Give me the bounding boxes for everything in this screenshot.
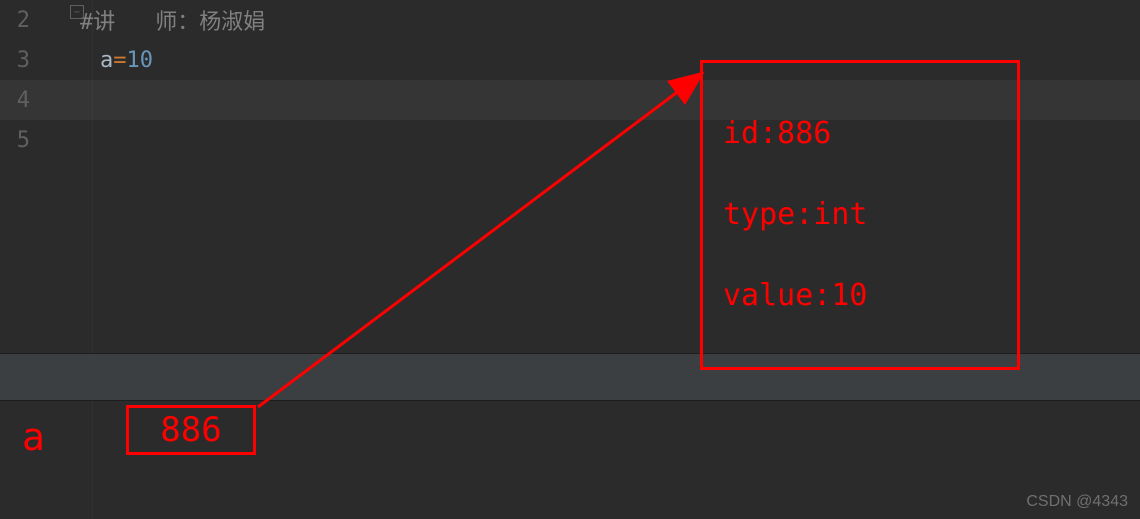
annotation-id-box: 886 bbox=[126, 405, 256, 455]
line-number: 4 bbox=[0, 88, 50, 113]
annotation-type-line: type:int bbox=[723, 197, 997, 233]
annotation-id-line: id:886 bbox=[723, 116, 997, 152]
watermark: CSDN @4343 bbox=[1026, 493, 1128, 511]
line-number: 5 bbox=[0, 128, 50, 153]
fold-icon[interactable]: − bbox=[70, 5, 84, 19]
annotation-value-line: value:10 bbox=[723, 278, 997, 314]
annotation-detail-box: id:886 type:int value:10 bbox=[700, 60, 1020, 370]
code-number: 10 bbox=[127, 48, 154, 73]
code-editor: 2 − #讲 师： 杨淑娟 3 a=10 4 5 a 886 id:886 ty… bbox=[0, 0, 1140, 519]
code-variable: a bbox=[100, 48, 113, 73]
line-number: 2 bbox=[0, 8, 50, 33]
code-operator: = bbox=[113, 48, 126, 73]
line-number: 3 bbox=[0, 48, 50, 73]
comment-text: #讲 bbox=[80, 4, 115, 36]
code-line[interactable]: 2 − #讲 师： 杨淑娟 bbox=[0, 0, 1140, 40]
comment-text: 杨淑娟 bbox=[199, 4, 265, 36]
annotation-variable-label: a bbox=[22, 415, 45, 459]
comment-text: 师： bbox=[155, 4, 199, 36]
annotation-id-value: 886 bbox=[160, 410, 221, 450]
